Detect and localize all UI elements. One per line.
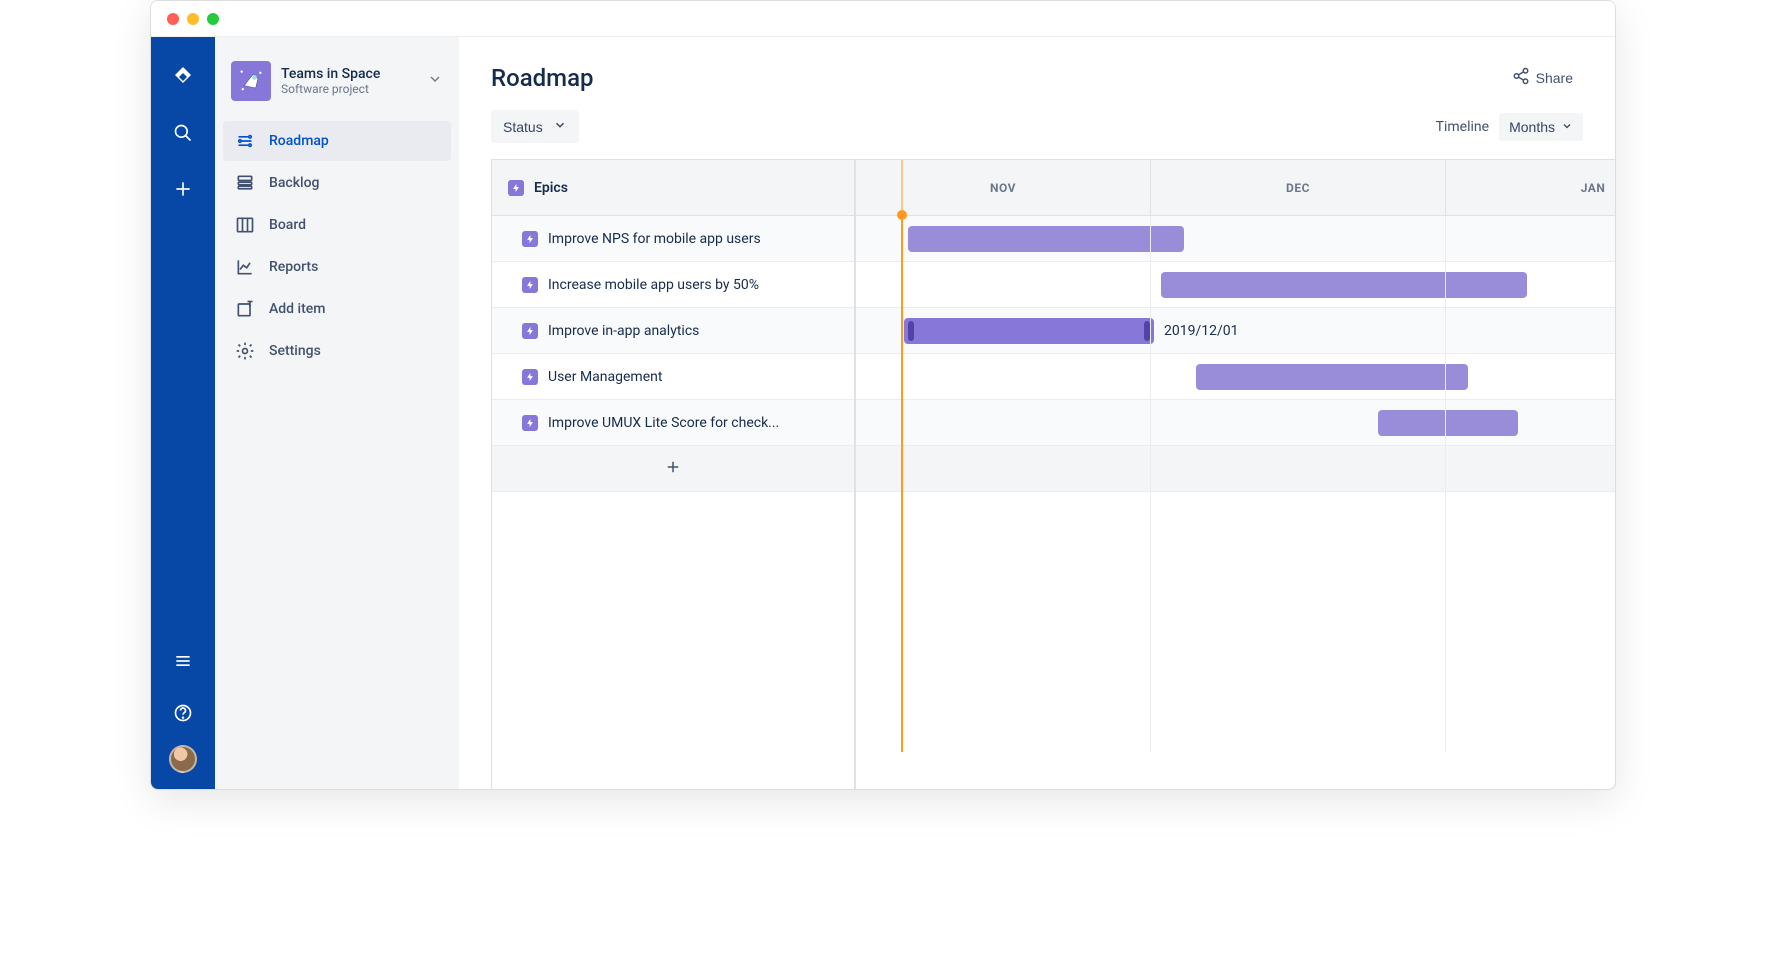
epic-bar[interactable] <box>908 226 1184 252</box>
reports-icon <box>235 257 255 277</box>
share-icon <box>1512 67 1530 88</box>
add-item-icon <box>235 299 255 319</box>
menu-icon[interactable] <box>163 641 203 681</box>
timeline-zoom-label: Months <box>1509 119 1555 135</box>
share-button[interactable]: Share <box>1502 61 1583 94</box>
sidebar-item-label: Board <box>269 217 306 233</box>
sidebar-item-reports[interactable]: Reports <box>223 247 451 287</box>
settings-icon <box>235 341 255 361</box>
epic-title: Improve in-app analytics <box>548 323 699 339</box>
epic-row[interactable]: Improve NPS for mobile app users <box>492 216 854 262</box>
sidebar-item-label: Roadmap <box>269 133 329 149</box>
epic-bar[interactable]: 2019/12/01 <box>904 318 1154 344</box>
sidebar-item-label: Add item <box>269 301 325 317</box>
global-nav <box>151 37 215 789</box>
epic-row[interactable]: Improve UMUX Lite Score for check... <box>492 400 854 446</box>
epic-type-icon <box>522 415 538 431</box>
epic-row[interactable]: User Management <box>492 354 854 400</box>
sidebar-item-add-item[interactable]: Add item <box>223 289 451 329</box>
epic-title: Improve UMUX Lite Score for check... <box>548 415 779 431</box>
roadmap-icon <box>235 131 255 151</box>
epic-row[interactable]: Increase mobile app users by 50% <box>492 262 854 308</box>
jira-logo-icon[interactable] <box>163 57 203 97</box>
backlog-icon <box>235 173 255 193</box>
timeline-label: Timeline <box>1436 119 1489 135</box>
plus-icon <box>664 458 682 480</box>
share-label: Share <box>1536 70 1573 86</box>
month-header: JAN <box>1446 160 1615 215</box>
epic-title: User Management <box>548 369 662 385</box>
window-close-button[interactable] <box>167 13 179 25</box>
user-avatar[interactable] <box>169 745 197 773</box>
sidebar-item-label: Reports <box>269 259 318 275</box>
epic-type-icon <box>522 231 538 247</box>
epic-type-icon <box>522 369 538 385</box>
epic-row[interactable]: Improve in-app analytics <box>492 308 854 354</box>
bar-date-label: 2019/12/01 <box>1164 323 1239 339</box>
month-header: DEC <box>1151 160 1446 215</box>
window-maximize-button[interactable] <box>207 13 219 25</box>
board-icon <box>235 215 255 235</box>
timeline-row: 2019/12/01 <box>856 308 1615 354</box>
chevron-down-icon <box>1561 119 1573 135</box>
epic-bar[interactable] <box>1378 410 1518 436</box>
timeline-row <box>856 216 1615 262</box>
sidebar-item-board[interactable]: Board <box>223 205 451 245</box>
search-icon[interactable] <box>163 113 203 153</box>
help-icon[interactable] <box>163 693 203 733</box>
epic-bar[interactable] <box>1196 364 1468 390</box>
chevron-down-icon <box>553 118 567 135</box>
bar-resize-handle-left[interactable] <box>908 321 914 341</box>
project-sidebar: Teams in Space Software project Roadmap … <box>215 37 459 789</box>
project-name: Teams in Space <box>281 66 417 82</box>
sidebar-item-settings[interactable]: Settings <box>223 331 451 371</box>
timeline-row <box>856 262 1615 308</box>
sidebar-item-roadmap[interactable]: Roadmap <box>223 121 451 161</box>
epics-header-label: Epics <box>534 180 568 196</box>
project-switcher[interactable]: Teams in Space Software project <box>223 53 451 109</box>
sidebar-item-label: Settings <box>269 343 321 359</box>
chevron-down-icon <box>427 71 443 91</box>
status-filter-label: Status <box>503 119 543 135</box>
bar-resize-handle-right[interactable] <box>1144 321 1150 341</box>
create-icon[interactable] <box>163 169 203 209</box>
project-type: Software project <box>281 82 417 96</box>
epic-title: Increase mobile app users by 50% <box>548 277 759 293</box>
epic-type-icon <box>508 180 524 196</box>
epic-type-icon <box>522 323 538 339</box>
epic-type-icon <box>522 277 538 293</box>
window-minimize-button[interactable] <box>187 13 199 25</box>
create-epic-button[interactable] <box>492 446 854 492</box>
epic-title: Improve NPS for mobile app users <box>548 231 761 247</box>
sidebar-item-label: Backlog <box>269 175 319 191</box>
timeline-row <box>856 354 1615 400</box>
timeline-zoom-select[interactable]: Months <box>1499 113 1583 141</box>
project-avatar <box>231 61 271 101</box>
titlebar <box>151 1 1615 37</box>
page-title: Roadmap <box>491 64 594 92</box>
status-filter-button[interactable]: Status <box>491 110 579 143</box>
epic-bar[interactable] <box>1161 272 1527 298</box>
epics-column-header: Epics <box>492 160 854 216</box>
sidebar-item-backlog[interactable]: Backlog <box>223 163 451 203</box>
timeline-row <box>856 400 1615 446</box>
